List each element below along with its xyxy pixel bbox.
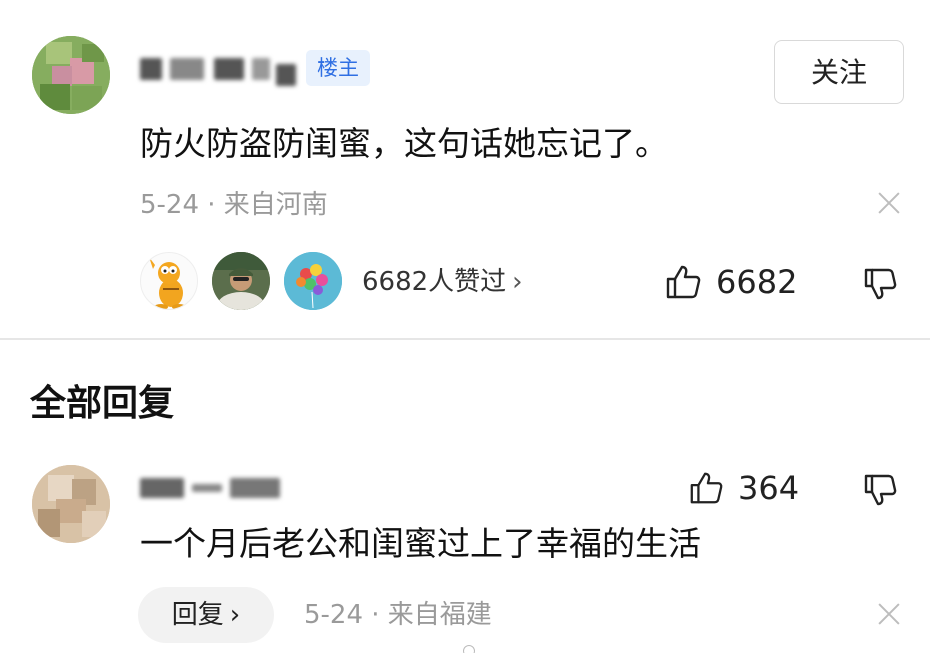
close-icon[interactable] (877, 602, 901, 626)
reply-text: 一个月后老公和闺蜜过上了幸福的生活 (140, 524, 701, 563)
op-comment-text: 防火防盗防闺蜜，这句话她忘记了。 (140, 124, 668, 163)
thumbs-down-icon[interactable] (863, 266, 899, 302)
liker-avatar-man[interactable] (212, 252, 270, 310)
likes-summary[interactable]: 6682人赞过 › (362, 264, 523, 300)
scroll-indicator (463, 645, 475, 653)
balloons-icon (284, 252, 342, 310)
garfield-icon (149, 257, 186, 309)
reply-button-label: 回复 (171, 600, 224, 630)
op-like-count: 6682 (716, 263, 798, 301)
reply-button[interactable]: 回复 › (138, 587, 274, 643)
liker-avatar-balloons[interactable] (284, 252, 342, 310)
liker-avatar-garfield[interactable] (140, 252, 198, 310)
reply-meta: 5-24 · 来自福建 (304, 600, 492, 630)
thumbs-down-icon[interactable] (863, 472, 899, 508)
all-replies-title: 全部回复 (30, 383, 175, 424)
thumbs-up-icon[interactable] (664, 263, 702, 301)
chevron-right-icon: › (229, 600, 241, 630)
op-username-blurred[interactable] (140, 50, 298, 86)
man-in-cap-icon (212, 252, 270, 310)
op-comment-meta: 5-24 · 来自河南 (140, 190, 328, 220)
reply-avatar[interactable] (32, 465, 110, 543)
reply-username-blurred[interactable] (140, 470, 282, 504)
follow-button[interactable]: 关注 (774, 40, 904, 104)
author-badge: 楼主 (306, 50, 370, 86)
thumbs-up-icon[interactable] (688, 470, 724, 506)
close-icon[interactable] (877, 191, 901, 215)
comment-page: 楼主 关注 防火防盗防闺蜜，这句话她忘记了。 5-24 · 来自河南 6682人… (0, 0, 930, 653)
chevron-right-icon: › (512, 267, 523, 297)
section-divider (0, 338, 930, 340)
likes-summary-text: 6682人赞过 (362, 267, 507, 297)
op-avatar[interactable] (32, 36, 110, 114)
reply-like-count: 364 (738, 469, 800, 507)
